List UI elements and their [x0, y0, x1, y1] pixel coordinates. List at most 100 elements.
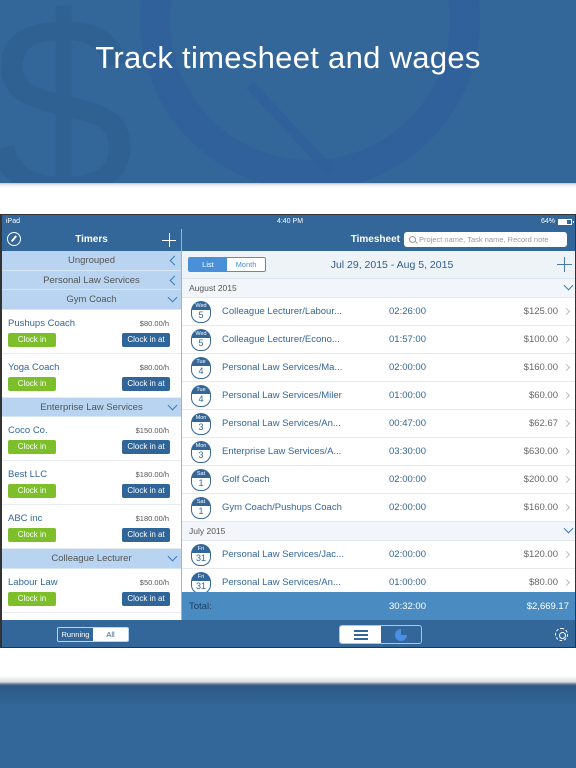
group-header-ungrouped[interactable]: Ungrouped [2, 251, 181, 271]
battery-percent: 64% [540, 218, 555, 225]
timer-filter-toggle: Running All [57, 627, 129, 642]
timers-nav-bar: Timers [2, 229, 181, 251]
calendar-date-icon: Fri 31 [191, 572, 211, 594]
add-timer-button[interactable] [162, 233, 176, 247]
record-duration: 02:00:00 [389, 549, 426, 560]
record-row[interactable]: Mon 3 Enterprise Law Services/A... 03:30:00… [182, 438, 575, 466]
chart-view-button[interactable] [381, 626, 422, 643]
record-row[interactable]: Wed 5 Colleague Lecturer/Econo... 01:57:00 $… [182, 326, 575, 354]
record-row[interactable]: Tue 4 Personal Law Services/Miler 01:00:00 $… [182, 382, 575, 410]
record-duration: 03:30:00 [389, 446, 426, 457]
timer-item[interactable]: Labour Law $50.00/h Clock in Clock in at [2, 569, 181, 613]
search-input[interactable]: Project name, Task name, Record note [404, 232, 567, 247]
record-amount: $160.00 [523, 502, 558, 513]
record-duration: 02:00:00 [389, 474, 426, 485]
timesheet-title: Timesheet [350, 234, 400, 245]
date-range[interactable]: Jul 29, 2015 - Aug 5, 2015 [182, 259, 575, 271]
clock-in-button[interactable]: Clock in [8, 332, 56, 347]
month-section-header[interactable]: July 2015 [182, 522, 575, 541]
record-duration: 01:57:00 [389, 334, 426, 345]
record-day: 3 [191, 422, 211, 435]
chevron-right-icon [562, 363, 571, 372]
record-row[interactable]: Mon 3 Personal Law Services/An... 00:47:00 $… [182, 410, 575, 438]
search-icon [409, 236, 416, 243]
record-amount: $80.00 [528, 577, 558, 588]
record-day: 3 [191, 450, 211, 463]
timer-item[interactable]: ABC inc $180.00/h Clock in Clock in at [2, 505, 181, 549]
records-list[interactable]: August 2015 Wed 5 Colleague Lecturer/Labour… [182, 279, 575, 606]
timesheet-panel: Timesheet Project name, Task name, Recor… [182, 229, 575, 647]
record-row[interactable]: Wed 5 Colleague Lecturer/Labour... 02:26:00… [182, 298, 575, 326]
record-project: Gym Coach/Pushups Coach [222, 502, 342, 513]
clock-in-at-button[interactable]: Clock in at [122, 528, 170, 542]
chevron-right-icon [562, 447, 571, 456]
calendar-date-icon: Sat 1 [191, 497, 211, 519]
timer-name: Yoga Coach [8, 361, 60, 373]
timer-item[interactable]: Yoga Coach $80.00/h Clock in Clock in at [2, 354, 181, 398]
calendar-date-icon: Tue 4 [191, 385, 211, 407]
timer-item[interactable]: Best LLC $180.00/h Clock in Clock in at [2, 461, 181, 505]
record-amount: $62.67 [528, 418, 558, 429]
timesheet-nav-bar: Timesheet Project name, Task name, Recor… [182, 229, 575, 251]
record-row[interactable]: Sat 1 Gym Coach/Pushups Coach 02:00:00 $160.… [182, 494, 575, 522]
banner-headline: Track timesheet and wages [95, 40, 481, 75]
chevron-right-icon [562, 391, 571, 400]
timer-item[interactable]: Coco Co. $150.00/h Clock in Clock in at [2, 417, 181, 461]
timers-footer: Running All [2, 620, 182, 647]
chevron-right-icon [562, 503, 571, 512]
timer-item[interactable]: Pushups Coach $80.00/h Clock in Clock in… [2, 310, 181, 354]
clock-in-at-button[interactable]: Clock in at [122, 332, 170, 347]
record-amount: $100.00 [523, 334, 558, 345]
record-amount: $125.00 [523, 306, 558, 317]
group-header-enterprise-law[interactable]: Enterprise Law Services [2, 397, 181, 417]
record-project: Personal Law Services/An... [222, 418, 341, 429]
record-amount: $60.00 [528, 390, 558, 401]
total-label: Total: [189, 601, 212, 612]
record-project: Colleague Lecturer/Labour... [222, 306, 342, 317]
month-section-header[interactable]: August 2015 [182, 279, 575, 298]
clock-in-at-button[interactable]: Clock in at [122, 440, 170, 454]
total-bar: Total: 30:32:00 $2,669.17 [182, 592, 575, 620]
record-project: Colleague Lecturer/Econo... [222, 334, 340, 345]
filter-running[interactable]: Running [58, 628, 93, 641]
clock-in-at-button[interactable]: Clock in at [122, 591, 170, 606]
record-project: Enterprise Law Services/A... [222, 446, 342, 457]
record-duration: 02:00:00 [389, 362, 426, 373]
timesheet-toolbar: List Month Jul 29, 2015 - Aug 5, 2015 [182, 251, 575, 279]
record-row[interactable]: Tue 4 Personal Law Services/Ma... 02:00:00 $… [182, 354, 575, 382]
list-view-button[interactable] [340, 626, 381, 643]
clock-in-at-button[interactable]: Clock in at [122, 376, 170, 391]
clock-in-button[interactable]: Clock in [8, 528, 56, 542]
group-name: Enterprise Law Services [40, 401, 143, 413]
chevron-right-icon [562, 307, 571, 316]
total-duration: 30:32:00 [389, 601, 426, 612]
group-name: Gym Coach [66, 294, 117, 305]
record-amount: $160.00 [523, 362, 558, 373]
group-name: Ungrouped [67, 255, 115, 266]
timer-name: Labour Law [8, 576, 58, 588]
record-project: Personal Law Services/Miler [222, 390, 342, 401]
chevron-left-icon [168, 256, 176, 264]
frame-bevel-top [0, 183, 576, 215]
timer-rate: $150.00/h [135, 426, 169, 435]
filter-all[interactable]: All [93, 628, 128, 641]
clock-in-button[interactable]: Clock in [8, 376, 56, 391]
clock-in-button[interactable]: Clock in [8, 484, 56, 498]
record-project: Personal Law Services/An... [222, 577, 341, 588]
clock-in-button[interactable]: Clock in [8, 591, 56, 606]
record-duration: 01:00:00 [389, 390, 426, 401]
group-header-colleague-lecturer[interactable]: Colleague Lecturer [2, 549, 181, 569]
gear-icon[interactable] [555, 628, 568, 641]
chevron-right-icon [562, 550, 571, 559]
group-header-gym-coach[interactable]: Gym Coach [2, 290, 181, 310]
pie-chart-icon [394, 629, 407, 641]
record-row[interactable]: Fri 31 Personal Law Services/Jac... 02:00:0… [182, 541, 575, 569]
add-record-button[interactable] [557, 257, 572, 272]
timer-name: Pushups Coach [8, 317, 76, 329]
chevron-down-icon [564, 283, 572, 291]
group-header-personal-law[interactable]: Personal Law Services [2, 270, 181, 290]
clock-in-at-button[interactable]: Clock in at [122, 484, 170, 498]
record-day: 4 [191, 366, 211, 379]
record-row[interactable]: Sat 1 Golf Coach 02:00:00 $200.00 [182, 466, 575, 494]
clock-in-button[interactable]: Clock in [8, 440, 56, 454]
